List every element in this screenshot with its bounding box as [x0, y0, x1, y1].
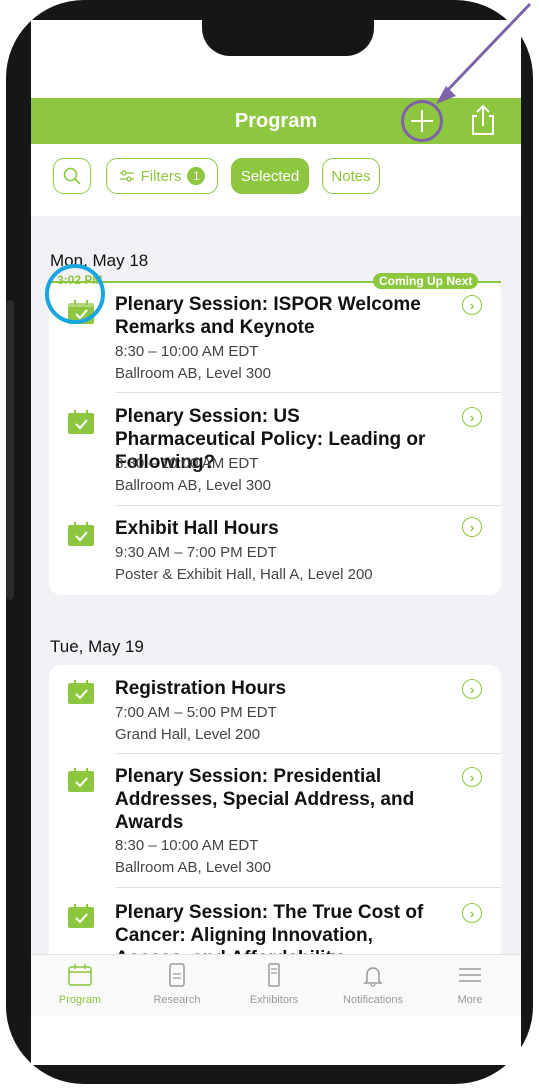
- calendar-check-icon: [68, 768, 94, 792]
- session-title: Registration Hours: [115, 678, 287, 699]
- search-icon: [63, 167, 81, 185]
- filters-count-badge: 1: [187, 167, 206, 185]
- session-time: 8:30 – 10:00 AM EDT: [115, 837, 259, 854]
- list-item[interactable]: Plenary Session: The True Cost of Cancer…: [49, 901, 501, 955]
- chevron-right-icon[interactable]: ›: [462, 517, 482, 537]
- session-time: 8:30 – 10:00 AM EDT: [115, 455, 259, 472]
- divider: [115, 887, 501, 888]
- list-item[interactable]: Plenary Session: US Pharmaceutical Polic…: [49, 403, 501, 503]
- calendar-check-icon: [68, 522, 94, 546]
- sliders-icon: [119, 170, 134, 182]
- day-header: Tue, May 19: [50, 637, 144, 656]
- divider: [115, 392, 501, 393]
- chevron-right-icon[interactable]: ›: [462, 407, 482, 427]
- tab-label: Program: [58, 994, 102, 1006]
- day-card: 3:02 PM Coming Up Next Plenary Session: …: [49, 273, 501, 595]
- session-time: 9:30 AM – 7:00 PM EDT: [115, 544, 277, 561]
- filter-bar: Filters 1 Selected Notes: [31, 144, 521, 216]
- session-title: Plenary Session: The True Cost of Cancer…: [115, 902, 424, 955]
- list-item[interactable]: Exhibit Hall Hours 9:30 AM – 7:00 PM EDT…: [49, 515, 501, 591]
- notes-button[interactable]: Notes: [322, 158, 380, 194]
- filters-button[interactable]: Filters 1: [106, 158, 218, 194]
- calendar-check-icon: [68, 904, 94, 928]
- tab-program[interactable]: Program: [35, 963, 125, 1006]
- booth-icon: [268, 963, 280, 987]
- home-indicator-area: [31, 1016, 521, 1065]
- tab-notifications[interactable]: Notifications: [328, 963, 418, 1006]
- tab-more[interactable]: More: [425, 963, 515, 1006]
- session-time: 8:30 – 10:00 AM EDT: [115, 343, 259, 360]
- tab-label: More: [457, 994, 483, 1006]
- session-time: 7:00 AM – 5:00 PM EDT: [115, 704, 277, 721]
- tab-bar: Program Research Exhibitors Notification…: [31, 954, 521, 1017]
- search-button[interactable]: [53, 158, 91, 194]
- session-title: Exhibit Hall Hours: [115, 518, 279, 539]
- session-location: Ballroom AB, Level 300: [115, 477, 271, 494]
- tab-exhibitors[interactable]: Exhibitors: [229, 963, 319, 1006]
- chevron-right-icon[interactable]: ›: [462, 295, 482, 315]
- menu-icon: [459, 968, 481, 982]
- calendar-icon: [68, 964, 92, 986]
- annotation-circle: [45, 264, 105, 324]
- session-title: Plenary Session: Presidential Addresses,…: [115, 766, 415, 833]
- day-card: Registration Hours 7:00 AM – 5:00 PM EDT…: [49, 665, 501, 955]
- chevron-right-icon[interactable]: ›: [462, 679, 482, 699]
- bell-icon: [363, 967, 383, 987]
- coming-up-next-badge: Coming Up Next: [373, 273, 479, 289]
- session-title: Plenary Session: ISPOR Welcome Remarks a…: [115, 294, 421, 338]
- tab-label: Exhibitors: [249, 994, 299, 1006]
- tab-label: Notifications: [343, 994, 403, 1006]
- chevron-right-icon[interactable]: ›: [462, 903, 482, 923]
- chevron-right-icon[interactable]: ›: [462, 767, 482, 787]
- list-item[interactable]: Plenary Session: ISPOR Welcome Remarks a…: [49, 291, 501, 391]
- session-location: Ballroom AB, Level 300: [115, 859, 271, 876]
- annotation-arrow: [436, 2, 532, 104]
- calendar-check-icon: [68, 680, 94, 704]
- divider: [115, 505, 501, 506]
- session-location: Grand Hall, Level 200: [115, 726, 261, 743]
- filters-label: Filters: [140, 167, 182, 185]
- side-button: [6, 300, 14, 600]
- selected-button[interactable]: Selected: [231, 158, 309, 194]
- calendar-check-icon: [68, 410, 94, 434]
- divider: [115, 753, 501, 754]
- list-item[interactable]: Registration Hours 7:00 AM – 5:00 PM EDT…: [49, 677, 501, 753]
- session-location: Poster & Exhibit Hall, Hall A, Level 200: [115, 566, 373, 583]
- document-icon: [169, 963, 185, 987]
- tab-research[interactable]: Research: [132, 963, 222, 1006]
- session-location: Ballroom AB, Level 300: [115, 365, 271, 382]
- tab-label: Research: [153, 994, 201, 1006]
- list-item[interactable]: Plenary Session: Presidential Addresses,…: [49, 765, 501, 885]
